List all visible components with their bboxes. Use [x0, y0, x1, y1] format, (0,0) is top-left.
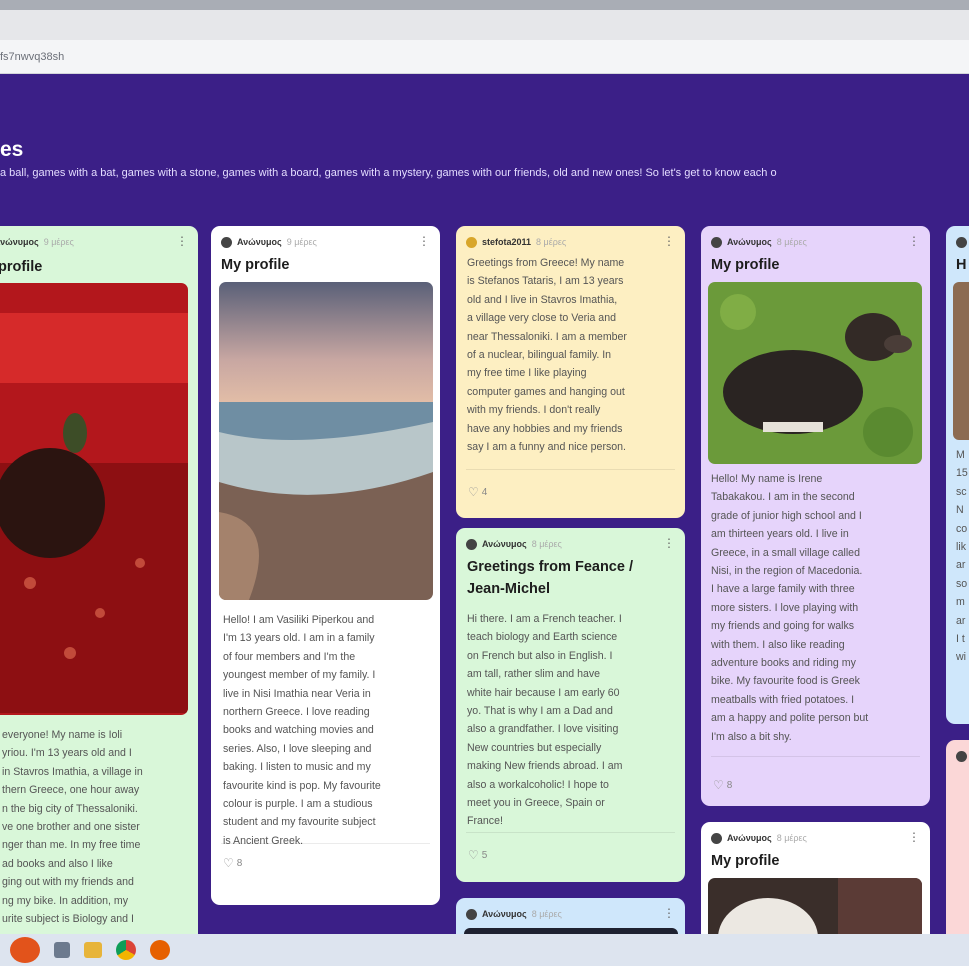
firefox-icon[interactable] [150, 940, 170, 960]
file-explorer-icon[interactable] [84, 942, 102, 958]
heart-icon: ♡ [223, 856, 234, 870]
os-taskbar [0, 934, 969, 966]
post-body: Hi there. I am a French teacher. I teach… [467, 613, 623, 828]
more-options-icon[interactable]: ⋮ [176, 234, 188, 248]
task-view-icon[interactable] [54, 942, 70, 958]
post-body: Hello! I am Vasiliki Piperkou and I'm 13… [223, 614, 381, 847]
post-author: Ανώνυμος [482, 909, 527, 919]
post-author: stefota2011 [482, 237, 532, 247]
post-card[interactable]: Ανώνυμος 9 μέρες ⋮ profile everyone! My … [0, 226, 198, 934]
post-title: H [956, 257, 967, 273]
post-time: 8 μέρες [531, 909, 562, 919]
divider [221, 843, 430, 844]
url-text[interactable]: fs7nwvq38sh [0, 51, 64, 63]
more-options-icon[interactable]: ⋮ [418, 234, 430, 248]
post-card[interactable]: Ανώνυμος 8 μέρες ⋮ My profile Hello! My … [701, 226, 930, 806]
post-image[interactable] [953, 282, 969, 440]
post-time: 9 μέρες [286, 237, 317, 247]
post-card[interactable]: Ανώνυμος 8 μέρες ⋮ My profile [701, 822, 930, 934]
like-count: 4 [481, 486, 488, 498]
post-image[interactable] [219, 282, 433, 600]
post-image[interactable] [708, 878, 922, 934]
chrome-icon[interactable] [116, 940, 136, 960]
avatar [221, 236, 232, 248]
start-orb-icon[interactable] [10, 937, 40, 963]
post-card[interactable]: Ανώνυμος 8 μέρες ⋮ [456, 898, 685, 934]
avatar [956, 236, 967, 248]
avatar [466, 236, 477, 248]
more-options-icon[interactable]: ⋮ [663, 536, 675, 550]
like-button[interactable]: ♡ 8 [223, 856, 242, 870]
avatar [466, 908, 477, 920]
like-button[interactable]: ♡ 5 [468, 848, 487, 862]
address-bar[interactable]: fs7nwvq38sh [0, 40, 969, 74]
browser-tab-bar [0, 0, 969, 40]
divider [711, 756, 920, 757]
post-title: My profile [221, 257, 290, 273]
like-button[interactable]: ♡ 8 [713, 778, 732, 792]
board-title: es [0, 138, 24, 161]
more-options-icon[interactable]: ⋮ [663, 234, 675, 248]
post-title: My profile [711, 853, 780, 869]
post-image[interactable] [708, 282, 922, 464]
avatar [711, 832, 722, 844]
dog-photo [708, 282, 922, 464]
heart-icon: ♡ [468, 848, 479, 862]
post-card[interactable]: Ανώνυμος 9 μέρες ⋮ My profile Hello! I a… [211, 226, 440, 905]
padlet-board: es a ball, games with a bat, games with … [0, 74, 969, 934]
more-options-icon[interactable]: ⋮ [663, 906, 675, 920]
heart-icon: ♡ [468, 485, 479, 499]
avatar [711, 236, 722, 248]
like-count: 8 [726, 779, 733, 791]
post-time: 8 μέρες [776, 833, 807, 843]
avatar [956, 750, 967, 762]
post-card[interactable]: Ανώνυμος 8 μέρες ⋮ Greetings from Feance… [456, 528, 685, 882]
more-options-icon[interactable]: ⋮ [908, 234, 920, 248]
post-title: My profile [711, 257, 780, 273]
like-count: 8 [236, 857, 243, 869]
post-card[interactable]: stefota2011 8 μέρες ⋮ Greetings from Gre… [456, 226, 685, 518]
divider [466, 469, 675, 470]
post-author: Ανώνυμος [482, 539, 527, 549]
post-author: Ανώνυμος [727, 833, 772, 843]
turtle-photo [0, 283, 188, 715]
post-time: 8 μέρες [536, 237, 567, 247]
post-title: Greetings from Feance / Jean-Michel [467, 559, 633, 597]
post-body: M 15 sc N co lik ar so m ar I t wi [956, 449, 968, 664]
post-author: Ανώνυμος [727, 237, 772, 247]
like-count: 5 [481, 849, 488, 861]
more-options-icon[interactable]: ⋮ [908, 830, 920, 844]
board-description: a ball, games with a bat, games with a s… [0, 167, 777, 179]
like-button[interactable]: ♡ 4 [468, 485, 487, 499]
divider [466, 832, 675, 833]
post-body: Hello! My name is Irene Tabakakou. I am … [711, 473, 869, 743]
post-time: 8 μέρες [776, 237, 807, 247]
post-body: everyone! My name is Ioli yriou. I'm 13 … [2, 729, 143, 926]
post-time: 9 μέρες [43, 237, 74, 247]
avatar [466, 538, 477, 550]
post-card[interactable] [946, 740, 969, 934]
post-title: profile [0, 259, 43, 275]
post-author: Ανώνυμος [237, 237, 282, 247]
post-author: Ανώνυμος [0, 237, 39, 247]
post-image[interactable] [0, 283, 188, 715]
post-body: Greetings from Greece! My name is Stefan… [467, 257, 627, 454]
post-time: 8 μέρες [531, 539, 562, 549]
beach-sunset-photo [219, 282, 433, 600]
heart-icon: ♡ [713, 778, 724, 792]
post-card[interactable]: H M 15 sc N co lik ar so m ar I t wi [946, 226, 969, 724]
puppy-photo [708, 878, 922, 934]
